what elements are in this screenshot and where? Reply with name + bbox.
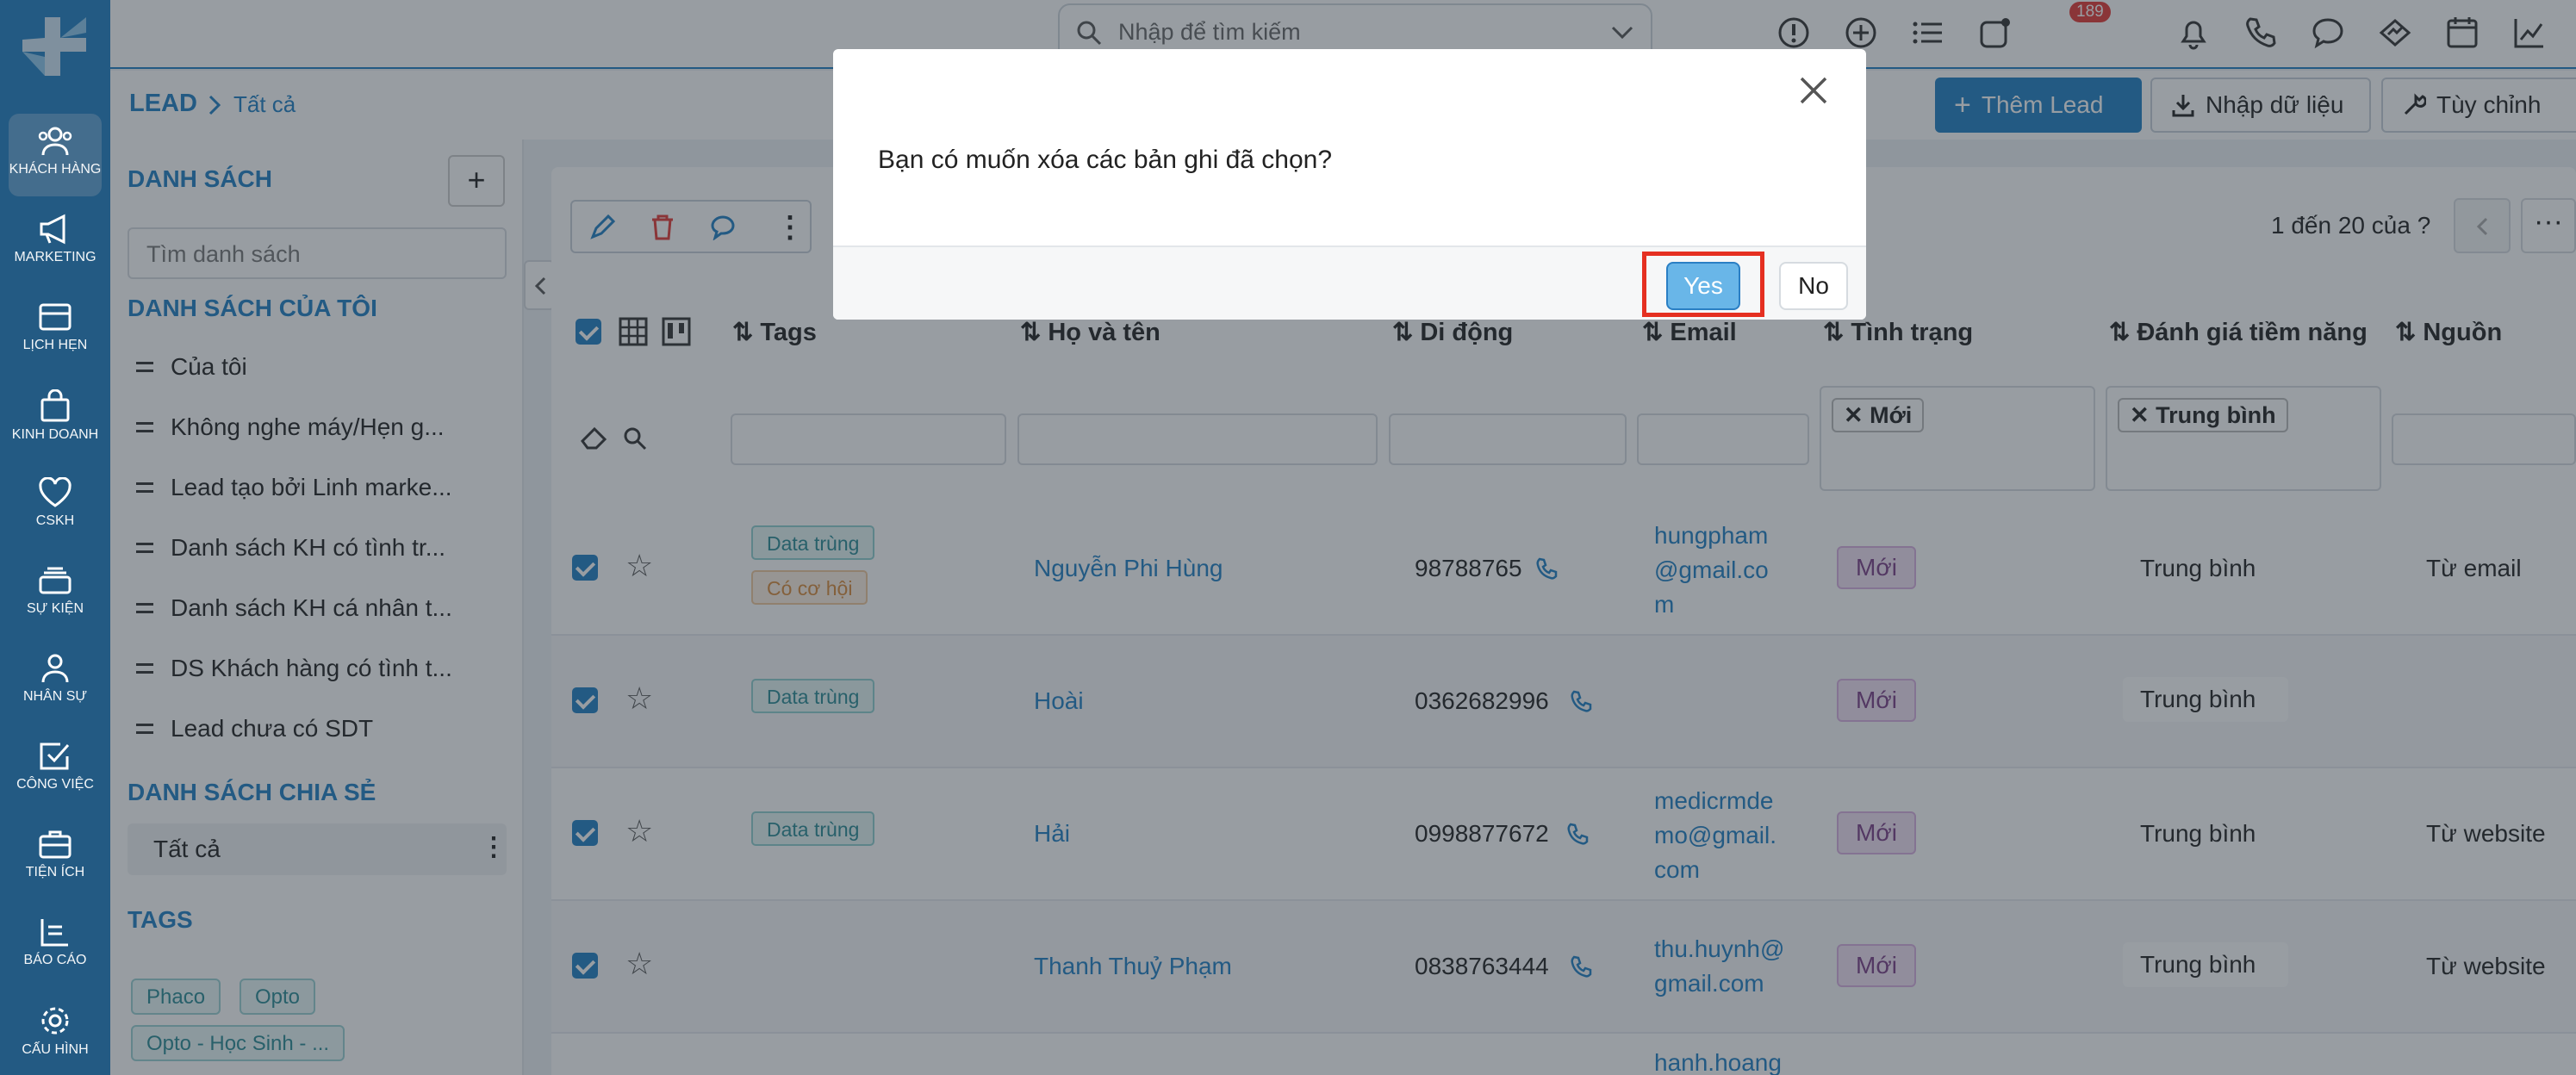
dialog-message: Bạn có muốn xóa các bản ghi đã chọn? (878, 146, 1333, 174)
nav-label: KHÁCH HÀNG (9, 162, 102, 177)
nav-label: NHÂN SỰ (22, 689, 88, 704)
heart-icon (39, 477, 72, 507)
nav-label: BÁO CÁO (23, 953, 87, 967)
briefcase-icon (39, 830, 72, 859)
highlight-box (1642, 252, 1764, 317)
nav-label: TIỆN ÍCH (25, 865, 85, 879)
person-icon (41, 654, 69, 683)
gear-icon (41, 1007, 69, 1035)
nav-label: SỰ KIỆN (26, 601, 84, 616)
nav-label: CẤU HÌNH (22, 1042, 89, 1057)
close-icon[interactable] (1798, 75, 1829, 106)
report-icon (40, 919, 68, 947)
no-button[interactable]: No (1779, 262, 1848, 310)
shopping-bag-icon (40, 389, 70, 422)
task-check-icon (40, 743, 70, 770)
nav-label: LỊCH HẸN (22, 338, 88, 352)
nav-label: CSKH (35, 513, 75, 528)
users-icon (38, 127, 72, 156)
nav-label: MARKETING (14, 250, 96, 264)
calendar-card-icon (39, 303, 72, 331)
megaphone-icon (40, 214, 65, 245)
layers-icon (39, 567, 72, 594)
nav-label: CÔNG VIỆC (16, 777, 94, 792)
nav-label: KINH DOANH (11, 427, 99, 442)
